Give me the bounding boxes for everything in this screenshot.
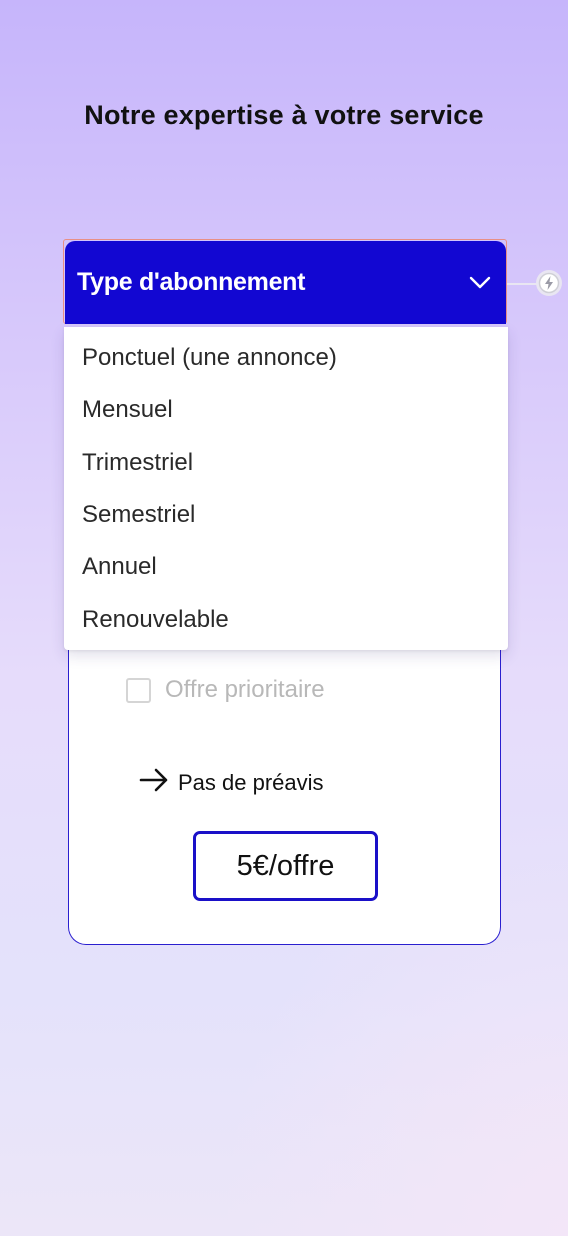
subscription-dropdown-menu: Ponctuel (une annonce) Mensuel Trimestri…: [64, 327, 508, 650]
dropdown-option-annuel[interactable]: Annuel: [64, 541, 508, 593]
chevron-down-icon: [468, 271, 492, 295]
select-label: Type d'abonnement: [77, 268, 306, 296]
notice-row: Pas de préavis: [138, 764, 324, 801]
dropdown-option-trimestriel[interactable]: Trimestriel: [64, 437, 508, 489]
dropdown-option-renouvelable[interactable]: Renouvelable: [64, 593, 508, 645]
priority-checkbox[interactable]: [126, 677, 151, 703]
priority-option[interactable]: Offre prioritaire: [126, 676, 325, 704]
priority-label: Offre prioritaire: [165, 676, 325, 703]
dropdown-option-mensuel[interactable]: Mensuel: [64, 384, 508, 436]
dropdown-option-semestriel[interactable]: Semestriel: [64, 489, 508, 541]
bolt-icon[interactable]: [536, 270, 562, 296]
notice-label: Pas de préavis: [178, 769, 324, 795]
page-title: Notre expertise à votre service: [84, 100, 484, 130]
price-button[interactable]: 5€/offre: [193, 831, 378, 901]
subscription-type-select[interactable]: Type d'abonnement: [65, 241, 506, 324]
connector-line: [507, 283, 537, 285]
arrow-right-icon: [138, 764, 170, 801]
dropdown-option-ponctuel[interactable]: Ponctuel (une annonce): [64, 332, 508, 384]
